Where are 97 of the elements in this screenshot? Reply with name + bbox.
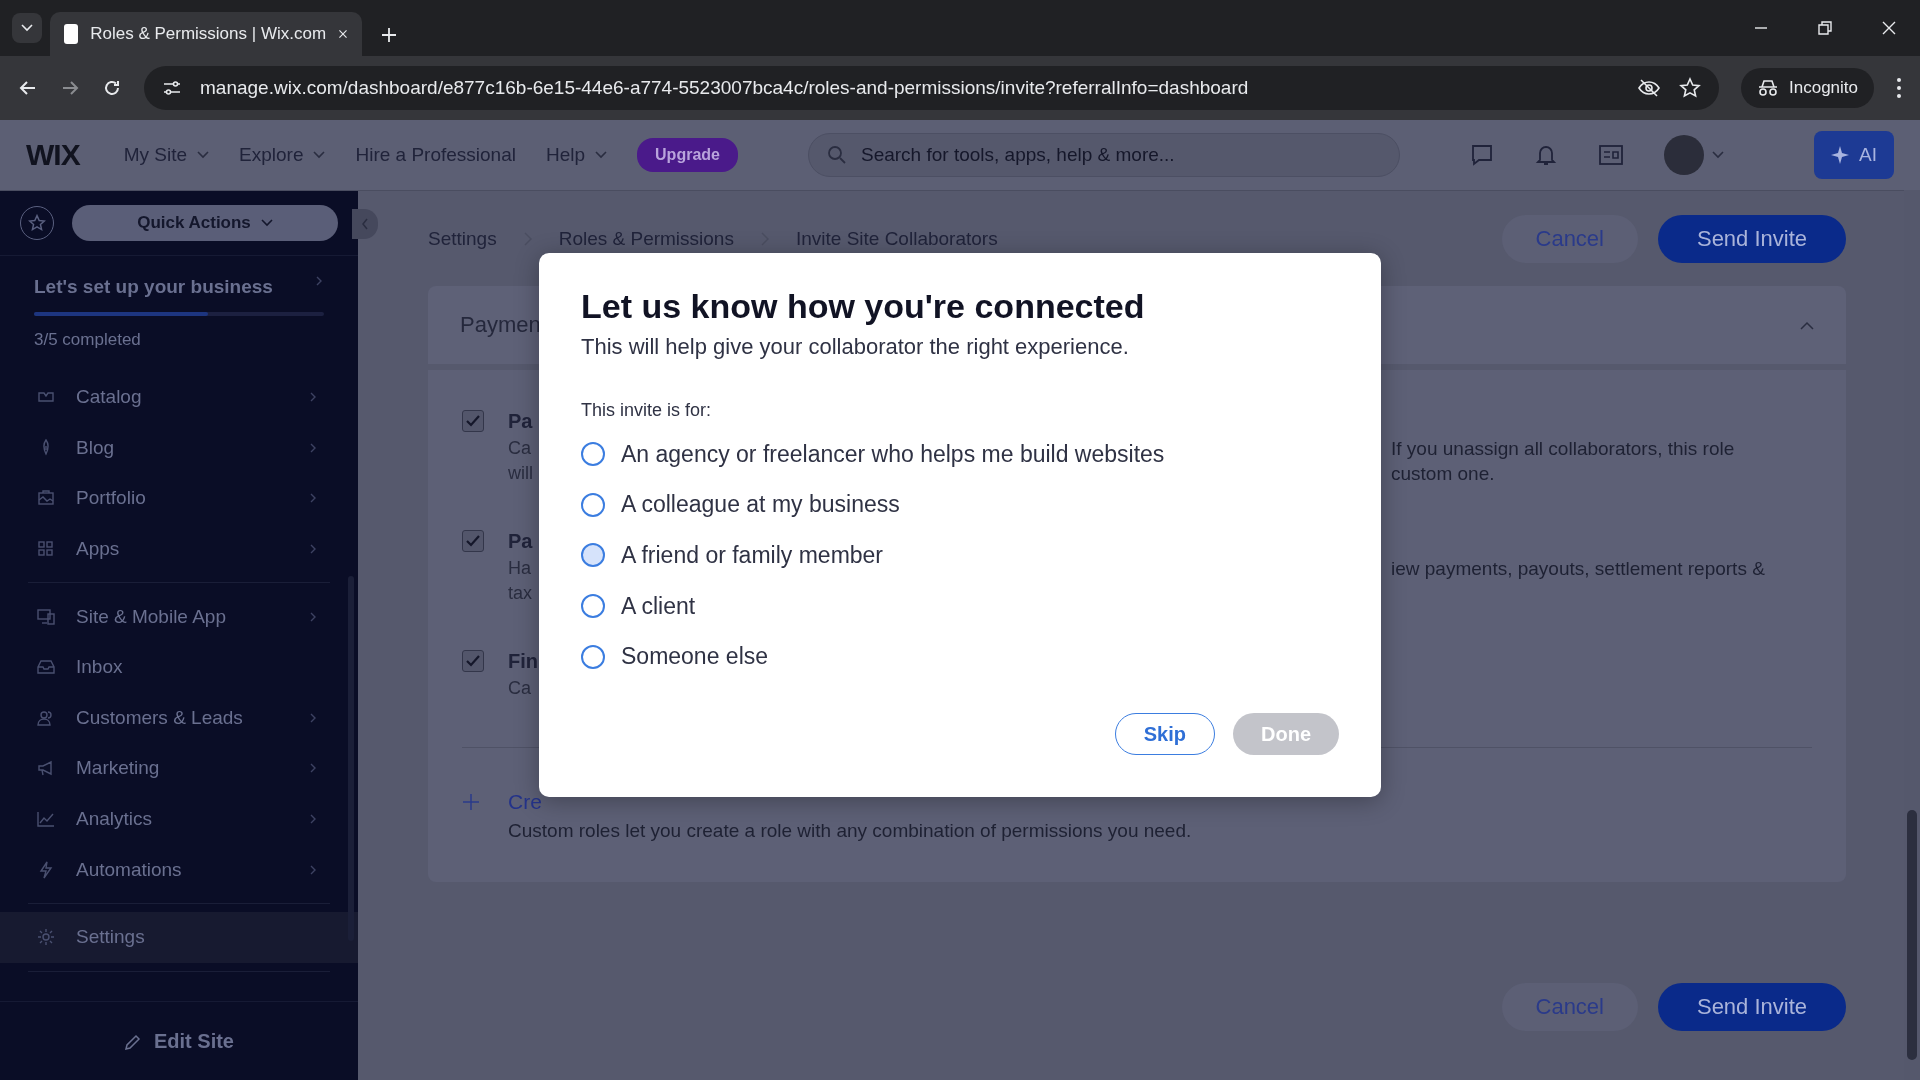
- pencil-icon: [124, 1032, 142, 1051]
- chevron-icon: [308, 544, 318, 555]
- radio-option[interactable]: Someone else: [581, 631, 769, 682]
- star-icon[interactable]: [1679, 77, 1701, 99]
- chart-icon: [36, 809, 56, 830]
- address-bar[interactable]: manage.wix.com/dashboard/e877c16b-6e15-44e6-a774-5523007bca4c/roles-and-permissions/invite?referralInfo=dashboard: [144, 66, 1719, 110]
- caret-icon: [1711, 151, 1724, 159]
- radio-button[interactable]: [581, 442, 605, 467]
- quick-actions-button[interactable]: Quick Actions: [72, 205, 338, 241]
- dialog-subtitle: This will help give your collaborator the right experience.: [581, 334, 1130, 360]
- chevron-icon: [308, 814, 318, 825]
- chevron-icon: [308, 712, 318, 723]
- sidebar-item[interactable]: Site & Mobile App: [0, 591, 358, 642]
- sidebar-item[interactable]: Analytics: [0, 793, 358, 845]
- card-icon[interactable]: [1597, 144, 1624, 166]
- permission-title: Fin: [508, 649, 538, 674]
- menu-icon[interactable]: [1896, 77, 1902, 99]
- caret-up-icon[interactable]: [1800, 320, 1814, 330]
- caret-icon: [21, 24, 33, 32]
- devices-icon: [36, 606, 56, 627]
- caret-icon: [313, 151, 326, 159]
- upgrade-button[interactable]: Upgrade: [637, 138, 738, 172]
- sidebar-item[interactable]: Settings: [0, 911, 358, 963]
- radio-option[interactable]: An agency or freelancer who helps me build websites: [581, 429, 1165, 480]
- chevron-icon: [314, 276, 324, 286]
- skip-button[interactable]: Skip: [1114, 713, 1215, 755]
- radio-button[interactable]: [581, 594, 605, 619]
- check-icon: [466, 535, 480, 547]
- chevron-icon: [308, 763, 318, 774]
- caret-icon: [595, 151, 608, 159]
- sidebar-item[interactable]: Automations: [0, 844, 358, 895]
- restore-icon[interactable]: [1818, 21, 1832, 35]
- incognito-icon: [1757, 79, 1779, 97]
- dialog-prompt: This invite is for:: [581, 400, 713, 421]
- ai-button[interactable]: AI: [1814, 131, 1894, 179]
- permission-description: iew payments, payouts, settlement reports &: [1391, 557, 1765, 581]
- chat-icon[interactable]: [1469, 143, 1494, 167]
- setup-title[interactable]: Let's set up your business: [34, 276, 273, 298]
- caret-icon: [260, 219, 273, 227]
- search-input[interactable]: Search for tools, apps, help & more...: [858, 143, 1381, 167]
- reload-icon[interactable]: [102, 78, 122, 98]
- nav-menu[interactable]: Help: [546, 144, 608, 166]
- nav-menu[interactable]: Hire a Professional: [355, 144, 516, 166]
- sidebar-item[interactable]: Blog: [0, 422, 358, 474]
- logo[interactable]: WIX: [26, 138, 80, 172]
- avatar[interactable]: [1663, 135, 1704, 175]
- radio-button[interactable]: [581, 644, 605, 669]
- close-icon[interactable]: [1882, 21, 1896, 35]
- tab-list-button[interactable]: [12, 13, 42, 43]
- chevron-icon: [361, 218, 369, 230]
- send-invite-button[interactable]: Send Invite: [1658, 983, 1846, 1031]
- permission-description: If you unassign all collaborators, this role: [1391, 437, 1735, 461]
- sidebar-item[interactable]: Apps: [0, 523, 358, 575]
- browser-tab[interactable]: Roles & Permissions | Wix.com: [50, 12, 362, 56]
- checkbox[interactable]: [462, 410, 484, 432]
- permission-description: custom one.: [1391, 462, 1495, 486]
- check-icon: [466, 415, 480, 427]
- dialog-title: Let us know how you're connected: [581, 287, 1146, 326]
- progress-text: 3/5 completed: [34, 330, 142, 350]
- sidebar-item[interactable]: Marketing: [0, 743, 358, 794]
- sidebar-item[interactable]: Inbox: [0, 641, 358, 693]
- search-field[interactable]: Search for tools, apps, help & more...: [807, 133, 1400, 177]
- chevron-icon: [308, 611, 318, 622]
- radio-button[interactable]: [581, 543, 605, 568]
- permission-title: Pa: [508, 409, 533, 434]
- section-title: Paymen: [460, 312, 541, 338]
- site-favicon-icon: [64, 24, 79, 44]
- check-icon: [466, 655, 480, 667]
- checkbox[interactable]: [462, 650, 484, 672]
- radio-option[interactable]: A client: [581, 580, 696, 632]
- checkbox[interactable]: [462, 530, 484, 552]
- bell-icon[interactable]: [1533, 143, 1558, 167]
- nav-menu[interactable]: Explore: [239, 144, 326, 166]
- star-icon: [28, 214, 46, 232]
- send-invite-button[interactable]: Send Invite: [1658, 214, 1846, 263]
- sidebar-item[interactable]: Catalog: [0, 372, 358, 423]
- chevron-icon: [308, 392, 318, 403]
- create-role-description: Custom roles let you create a role with any combination of permissions you need.: [508, 820, 1193, 842]
- caret-icon: [197, 151, 210, 159]
- radio-option[interactable]: A friend or family member: [581, 530, 884, 581]
- nav-menu[interactable]: My Site: [123, 144, 210, 166]
- site-settings-icon: [162, 79, 182, 97]
- permission-title: Pa: [508, 529, 533, 554]
- edit-site-button[interactable]: Edit Site: [0, 1001, 358, 1080]
- chevron-icon: [308, 442, 318, 453]
- incognito-badge[interactable]: Incognito: [1741, 68, 1874, 108]
- settings-icon: [36, 927, 56, 948]
- chevron-icon: [308, 493, 318, 504]
- sidebar-item[interactable]: Customers & Leads: [0, 692, 358, 744]
- radio-option[interactable]: A colleague at my business: [581, 479, 900, 531]
- close-icon[interactable]: [338, 27, 348, 41]
- radio-button[interactable]: [581, 492, 605, 517]
- search-icon: [826, 145, 847, 165]
- eye-slash-icon[interactable]: [1637, 78, 1661, 98]
- sidebar-item[interactable]: Portfolio: [0, 473, 358, 524]
- chevron-icon: [308, 864, 318, 875]
- new-tab-icon[interactable]: [380, 26, 398, 44]
